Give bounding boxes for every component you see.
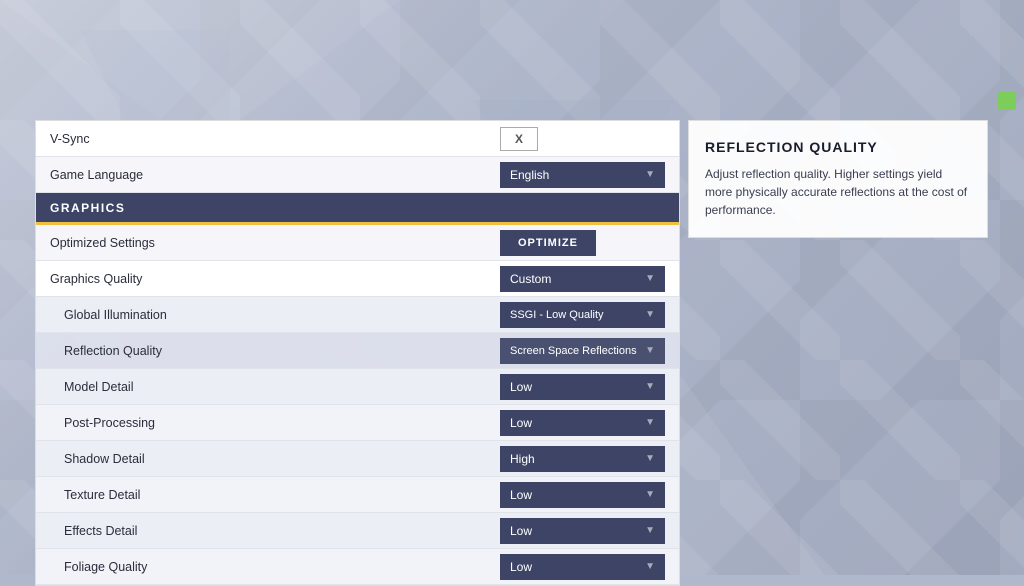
effects-detail-control: Low ▼ [500, 518, 665, 544]
info-panel: REFLECTION QUALITY Adjust reflection qua… [688, 120, 988, 238]
game-language-row: Game Language English ▼ [36, 157, 679, 193]
vsync-control: X [500, 127, 665, 151]
texture-detail-value: Low [510, 488, 532, 502]
global-illumination-label: Global Illumination [64, 308, 500, 322]
settings-panel: V-Sync X Game Language English ▼ GRAPHIC… [35, 120, 680, 586]
post-processing-dropdown[interactable]: Low ▼ [500, 410, 665, 436]
optimized-settings-row: Optimized Settings OPTIMIZE [36, 225, 679, 261]
model-detail-row: Model Detail Low ▼ [36, 369, 679, 405]
chevron-down-icon: ▼ [645, 417, 655, 428]
info-panel-title: REFLECTION QUALITY [705, 139, 971, 155]
model-detail-dropdown[interactable]: Low ▼ [500, 374, 665, 400]
graphics-quality-value: Custom [510, 272, 551, 286]
shadow-detail-dropdown[interactable]: High ▼ [500, 446, 665, 472]
game-language-label: Game Language [50, 168, 500, 182]
global-illumination-value: SSGI - Low Quality [510, 309, 604, 321]
effects-detail-value: Low [510, 524, 532, 538]
foliage-quality-label: Foliage Quality [64, 560, 500, 574]
global-illumination-row: Global Illumination SSGI - Low Quality ▼ [36, 297, 679, 333]
post-processing-row: Post-Processing Low ▼ [36, 405, 679, 441]
foliage-quality-dropdown[interactable]: Low ▼ [500, 554, 665, 580]
post-processing-control: Low ▼ [500, 410, 665, 436]
foliage-quality-control: Low ▼ [500, 554, 665, 580]
foliage-quality-value: Low [510, 560, 532, 574]
graphics-quality-dropdown[interactable]: Custom ▼ [500, 266, 665, 292]
chevron-down-icon: ▼ [645, 309, 655, 320]
shadow-detail-row: Shadow Detail High ▼ [36, 441, 679, 477]
texture-detail-dropdown[interactable]: Low ▼ [500, 482, 665, 508]
status-indicator [998, 92, 1016, 110]
reflection-quality-value: Screen Space Reflections [510, 345, 637, 357]
graphics-quality-control: Custom ▼ [500, 266, 665, 292]
game-language-dropdown[interactable]: English ▼ [500, 162, 665, 188]
info-panel-description: Adjust reflection quality. Higher settin… [705, 165, 971, 219]
vsync-label: V-Sync [50, 132, 500, 146]
reflection-quality-row: Reflection Quality Screen Space Reflecti… [36, 333, 679, 369]
texture-detail-label: Texture Detail [64, 488, 500, 502]
chevron-down-icon: ▼ [645, 489, 655, 500]
graphics-section-label: GRAPHICS [50, 201, 125, 215]
global-illumination-control: SSGI - Low Quality ▼ [500, 302, 665, 328]
foliage-quality-row: Foliage Quality Low ▼ [36, 549, 679, 585]
reflection-quality-dropdown[interactable]: Screen Space Reflections ▼ [500, 338, 665, 364]
vsync-x-button[interactable]: X [500, 127, 538, 151]
reflection-quality-control: Screen Space Reflections ▼ [500, 338, 665, 364]
optimized-settings-control: OPTIMIZE [500, 230, 665, 256]
graphics-quality-row: Graphics Quality Custom ▼ [36, 261, 679, 297]
shadow-detail-control: High ▼ [500, 446, 665, 472]
model-detail-control: Low ▼ [500, 374, 665, 400]
texture-detail-control: Low ▼ [500, 482, 665, 508]
chevron-down-icon: ▼ [645, 561, 655, 572]
reflection-quality-label: Reflection Quality [64, 344, 500, 358]
graphics-quality-label: Graphics Quality [50, 272, 500, 286]
post-processing-value: Low [510, 416, 532, 430]
vsync-row: V-Sync X [36, 121, 679, 157]
effects-detail-label: Effects Detail [64, 524, 500, 538]
chevron-down-icon: ▼ [645, 345, 655, 356]
chevron-down-icon: ▼ [645, 169, 655, 180]
texture-detail-row: Texture Detail Low ▼ [36, 477, 679, 513]
shadow-detail-label: Shadow Detail [64, 452, 500, 466]
global-illumination-dropdown[interactable]: SSGI - Low Quality ▼ [500, 302, 665, 328]
optimized-settings-label: Optimized Settings [50, 236, 500, 250]
game-language-value: English [510, 168, 549, 182]
effects-detail-dropdown[interactable]: Low ▼ [500, 518, 665, 544]
shadow-detail-value: High [510, 452, 535, 466]
graphics-section-header: GRAPHICS [36, 193, 679, 225]
chevron-down-icon: ▼ [645, 273, 655, 284]
model-detail-value: Low [510, 380, 532, 394]
effects-detail-row: Effects Detail Low ▼ [36, 513, 679, 549]
chevron-down-icon: ▼ [645, 453, 655, 464]
model-detail-label: Model Detail [64, 380, 500, 394]
game-language-control: English ▼ [500, 162, 665, 188]
chevron-down-icon: ▼ [645, 381, 655, 392]
post-processing-label: Post-Processing [64, 416, 500, 430]
optimize-button[interactable]: OPTIMIZE [500, 230, 596, 256]
chevron-down-icon: ▼ [645, 525, 655, 536]
